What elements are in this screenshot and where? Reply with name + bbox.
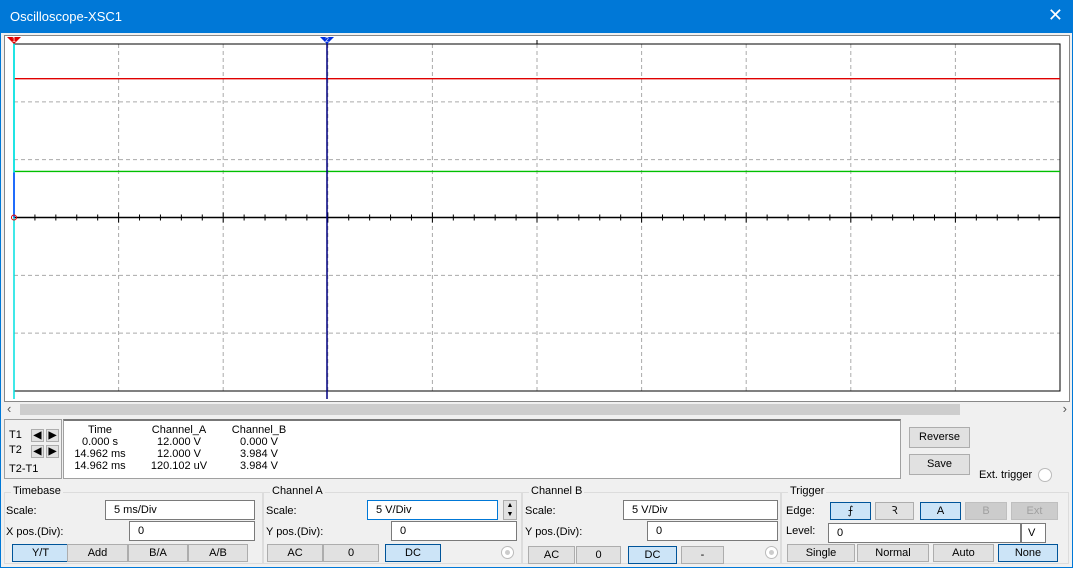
ypos-label: Y pos.(Div): bbox=[266, 526, 324, 538]
scale-label: Scale: bbox=[525, 505, 556, 517]
trigger-auto-button[interactable]: Auto bbox=[933, 544, 994, 562]
channel-b-scale-input[interactable]: 5 V/Div bbox=[623, 500, 778, 520]
horizontal-scrollbar[interactable]: ‹ › bbox=[4, 401, 1070, 416]
save-button[interactable]: Save bbox=[909, 454, 970, 475]
mode-add-button[interactable]: Add bbox=[67, 544, 128, 562]
trigger-none-button[interactable]: None bbox=[998, 544, 1058, 562]
trigger-group: Trigger Edge: ⨍ Ꝛ A B Ext Level: 0 V Sin… bbox=[781, 485, 1069, 564]
channel-b-0-button[interactable]: 0 bbox=[576, 546, 621, 564]
trigger-source-a-button[interactable]: A bbox=[920, 502, 961, 520]
window-title: Oscilloscope-XSC1 bbox=[10, 9, 122, 24]
title-bar: Oscilloscope-XSC1 ✕ bbox=[0, 0, 1073, 33]
channel-b-invert-button[interactable]: - bbox=[681, 546, 724, 564]
timebase-scale-input[interactable]: 5 ms/Div bbox=[105, 500, 255, 520]
reverse-button[interactable]: Reverse bbox=[909, 427, 970, 448]
t1-left-arrow-icon[interactable]: ◀ bbox=[31, 429, 44, 442]
channel-a-title: Channel A bbox=[270, 485, 325, 497]
header-time: Time bbox=[87, 424, 113, 436]
trigger-title: Trigger bbox=[788, 485, 827, 497]
channel-b-ypos-input[interactable]: 0 bbox=[647, 521, 778, 541]
ext-trigger-label: Ext. trigger bbox=[979, 469, 1033, 481]
readout-cell: 14.962 ms bbox=[74, 460, 126, 472]
channel-b-dc-button[interactable]: DC bbox=[628, 546, 677, 564]
header-channel-b: Channel_B bbox=[231, 424, 287, 436]
xpos-label: X pos.(Div): bbox=[6, 526, 64, 538]
cursor-2-label: 2 bbox=[325, 37, 329, 44]
trigger-normal-button[interactable]: Normal bbox=[857, 544, 929, 562]
t2-left-arrow-icon[interactable]: ◀ bbox=[31, 445, 44, 458]
channel-b-ac-button[interactable]: AC bbox=[528, 546, 575, 564]
trigger-level-unit[interactable]: V bbox=[1021, 523, 1046, 543]
trigger-source-ext-button[interactable]: Ext bbox=[1011, 502, 1058, 520]
readout-cell: 12.000 V bbox=[156, 448, 202, 460]
mode-yt-button[interactable]: Y/T bbox=[12, 544, 69, 562]
readout-cell: 3.984 V bbox=[240, 460, 278, 472]
readout-cell: 12.000 V bbox=[156, 436, 202, 448]
scope-display[interactable]: 12 bbox=[0, 30, 1073, 402]
scale-label: Scale: bbox=[6, 505, 37, 517]
trigger-source-b-button[interactable]: B bbox=[965, 502, 1007, 520]
readout-cell: 0.000 V bbox=[240, 436, 278, 448]
trigger-level-input[interactable]: 0 bbox=[828, 523, 1021, 543]
channel-a-0-button[interactable]: 0 bbox=[323, 544, 379, 562]
readout-cell: 0.000 s bbox=[81, 436, 119, 448]
t1-label: T1 bbox=[9, 429, 22, 441]
timebase-title: Timebase bbox=[11, 485, 63, 497]
cursor-1-label: 1 bbox=[12, 37, 16, 44]
channel-a-ypos-input[interactable]: 0 bbox=[391, 521, 517, 541]
t2-t1-label: T2-T1 bbox=[9, 463, 39, 475]
channel-b-title: Channel B bbox=[529, 485, 585, 497]
trigger-single-button[interactable]: Single bbox=[787, 544, 855, 562]
channel-b-terminal[interactable] bbox=[765, 546, 778, 559]
close-icon[interactable]: ✕ bbox=[1048, 6, 1063, 24]
readout-cell: 3.984 V bbox=[240, 448, 278, 460]
scroll-right-icon[interactable]: › bbox=[1063, 401, 1067, 416]
scroll-left-icon[interactable]: ‹ bbox=[7, 401, 11, 416]
falling-edge-icon[interactable]: Ꝛ bbox=[875, 502, 914, 520]
mode-ba-button[interactable]: B/A bbox=[128, 544, 188, 562]
t2-right-arrow-icon[interactable]: ▶ bbox=[46, 445, 59, 458]
channel-a-group: Channel A Scale: 5 V/Div ▲ ▼ Y pos.(Div):… bbox=[263, 485, 522, 564]
cursor-readout: Time 0.000 s 14.962 ms 14.962 ms Channel… bbox=[63, 419, 901, 479]
ypos-label: Y pos.(Div): bbox=[525, 526, 583, 538]
timebase-group: Timebase Scale: 5 ms/Div X pos.(Div): 0 … bbox=[4, 485, 263, 564]
header-channel-a: Channel_A bbox=[151, 424, 207, 436]
channel-a-dc-button[interactable]: DC bbox=[385, 544, 441, 562]
scrollbar-thumb[interactable] bbox=[20, 404, 960, 415]
level-label: Level: bbox=[786, 525, 816, 537]
timebase-xpos-input[interactable]: 0 bbox=[129, 521, 255, 541]
readout-cell: 14.962 ms bbox=[74, 448, 126, 460]
t1-right-arrow-icon[interactable]: ▶ bbox=[46, 429, 59, 442]
rising-edge-icon[interactable]: ⨍ bbox=[830, 502, 871, 520]
cursor-panel: T1 T2 T2-T1 ◀ ▶ ◀ ▶ bbox=[4, 419, 62, 479]
t2-label: T2 bbox=[9, 444, 22, 456]
ext-trigger-terminal[interactable] bbox=[1038, 468, 1052, 482]
channel-a-terminal[interactable] bbox=[501, 546, 514, 559]
readout-cell: 120.102 uV bbox=[150, 460, 208, 472]
channel-a-scale-spinner[interactable]: ▲ ▼ bbox=[503, 500, 517, 520]
channel-a-scale-input[interactable]: 5 V/Div bbox=[367, 500, 498, 520]
channel-b-group: Channel B Scale: 5 V/Div Y pos.(Div): 0 … bbox=[522, 485, 781, 564]
channel-a-ac-button[interactable]: AC bbox=[267, 544, 323, 562]
mode-ab-button[interactable]: A/B bbox=[188, 544, 248, 562]
edge-label: Edge: bbox=[786, 505, 815, 517]
scale-label: Scale: bbox=[266, 505, 297, 517]
